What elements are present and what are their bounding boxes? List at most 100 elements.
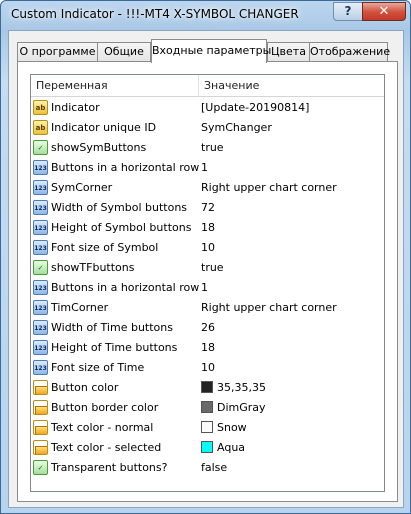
parameter-value[interactable]: 72 <box>201 198 384 218</box>
integer-123-icon: 123 <box>33 200 48 215</box>
parameter-value[interactable]: Right upper chart corner <box>201 298 384 318</box>
parameter-name: Font size of Symbol <box>51 241 159 254</box>
parameter-value[interactable]: Aqua <box>201 438 384 458</box>
parameter-value-text: 18 <box>201 221 215 234</box>
parameter-name: Width of Symbol buttons <box>51 201 188 214</box>
parameter-row[interactable]: 123 Font size of Symbol 10 <box>31 238 384 258</box>
string-ab-icon: ab <box>33 120 48 135</box>
parameter-name: Width of Time buttons <box>51 321 173 334</box>
parameter-value[interactable]: DimGray <box>201 398 384 418</box>
parameter-value[interactable]: false <box>201 458 384 478</box>
color-swatch <box>201 441 213 453</box>
inputs-tab-panel: Переменная Значение ab Indicator [Update-2… <box>17 61 398 502</box>
parameter-row[interactable]: 123 Width of Time buttons 26 <box>31 318 384 338</box>
window-title: Custom Indicator - !!!-MT4 X-SYMBOL CHAN… <box>11 7 299 21</box>
parameter-value-text: Right upper chart corner <box>201 301 337 314</box>
parameter-value[interactable]: Snow <box>201 418 384 438</box>
color-swatch <box>201 381 213 393</box>
parameter-name: Indicator unique ID <box>51 121 157 134</box>
color-swatch <box>201 421 213 433</box>
parameter-name: Buttons in a horizontal row <box>51 161 200 174</box>
parameter-value[interactable]: 10 <box>201 358 384 378</box>
dialog-client-area: О программе Общие Входные параметры Цвет… <box>8 30 404 508</box>
tab-about[interactable]: О программе <box>17 42 98 62</box>
parameter-value[interactable]: true <box>201 138 384 158</box>
color-swatch <box>201 401 213 413</box>
parameter-value[interactable]: 1 <box>201 158 384 178</box>
parameter-name: Font size of Time <box>51 361 145 374</box>
parameter-value[interactable]: [Update-20190814] <box>201 98 384 118</box>
parameter-value-text: Right upper chart corner <box>201 181 337 194</box>
parameter-row[interactable]: 123 Height of Symbol buttons 18 <box>31 218 384 238</box>
parameter-value-text: 72 <box>201 201 215 214</box>
parameter-value-text: 18 <box>201 341 215 354</box>
column-header-value[interactable]: Значение <box>199 75 384 97</box>
parameter-value-text: Aqua <box>217 441 246 454</box>
column-header-variable[interactable]: Переменная <box>31 75 199 97</box>
parameter-row[interactable]: 123 Width of Symbol buttons 72 <box>31 198 384 218</box>
parameter-value-text: 26 <box>201 321 215 334</box>
parameter-row[interactable]: Button border color DimGray <box>31 398 384 418</box>
parameter-row[interactable]: 123 Buttons in a horizontal row 1 <box>31 158 384 178</box>
tab-inputs[interactable]: Входные параметры <box>151 39 271 63</box>
tab-colors[interactable]: Цвета <box>267 42 310 62</box>
parameter-row[interactable]: Button color 35,35,35 <box>31 378 384 398</box>
parameter-row[interactable]: ✓ Transparent buttons? false <box>31 458 384 478</box>
parameter-value[interactable]: 18 <box>201 338 384 358</box>
parameter-value[interactable]: SymChanger <box>201 118 384 138</box>
parameter-value-text: false <box>201 461 228 474</box>
parameter-value-text: [Update-20190814] <box>201 101 310 114</box>
parameter-value-text: 1 <box>201 161 208 174</box>
color-icon <box>33 420 48 435</box>
parameter-row[interactable]: ✓ showTFbuttons true <box>31 258 384 278</box>
help-button[interactable]: ? <box>333 2 363 21</box>
parameter-row[interactable]: 123 SymCorner Right upper chart corner <box>31 178 384 198</box>
parameter-row[interactable]: ab Indicator unique ID SymChanger <box>31 118 384 138</box>
parameter-name: Transparent buttons? <box>51 461 168 474</box>
parameter-row[interactable]: Text color - selected Aqua <box>31 438 384 458</box>
parameter-name: Height of Symbol buttons <box>51 221 192 234</box>
color-icon <box>33 400 48 415</box>
tab-visualization[interactable]: Отображение <box>309 42 390 62</box>
parameter-value-text: 10 <box>201 241 215 254</box>
parameter-value[interactable]: 35,35,35 <box>201 378 384 398</box>
parameter-value[interactable]: true <box>201 258 384 278</box>
parameter-value-text: 1 <box>201 281 208 294</box>
integer-123-icon: 123 <box>33 240 48 255</box>
integer-123-icon: 123 <box>33 340 48 355</box>
parameter-row[interactable]: ab Indicator [Update-20190814] <box>31 98 384 118</box>
parameter-row[interactable]: 123 Font size of Time 10 <box>31 358 384 378</box>
dialog-window: Custom Indicator - !!!-MT4 X-SYMBOL CHAN… <box>0 0 411 514</box>
boolean-icon: ✓ <box>33 140 48 155</box>
parameter-row[interactable]: Text color - normal Snow <box>31 418 384 438</box>
parameter-name: showTFbuttons <box>51 261 135 274</box>
parameter-row[interactable]: ✓ showSymButtons true <box>31 138 384 158</box>
integer-123-icon: 123 <box>33 180 48 195</box>
boolean-icon: ✓ <box>33 460 48 475</box>
parameter-value[interactable]: 1 <box>201 278 384 298</box>
parameter-value[interactable]: Right upper chart corner <box>201 178 384 198</box>
close-button[interactable]: ✕ <box>362 2 406 21</box>
parameter-row[interactable]: 123 TimCorner Right upper chart corner <box>31 298 384 318</box>
parameter-value-text: SymChanger <box>201 121 272 134</box>
parameter-value[interactable]: 10 <box>201 238 384 258</box>
tab-common[interactable]: Общие <box>97 42 151 62</box>
parameter-name: Indicator <box>51 101 100 114</box>
parameter-value-text: true <box>201 141 224 154</box>
parameter-row[interactable]: 123 Buttons in a horizontal row 1 <box>31 278 384 298</box>
color-icon <box>33 440 48 455</box>
boolean-icon: ✓ <box>33 260 48 275</box>
parameter-value[interactable]: 26 <box>201 318 384 338</box>
integer-123-icon: 123 <box>33 320 48 335</box>
title-bar[interactable]: Custom Indicator - !!!-MT4 X-SYMBOL CHAN… <box>1 1 410 29</box>
parameter-name: Button border color <box>51 401 159 414</box>
parameter-name: TimCorner <box>51 301 109 314</box>
integer-123-icon: 123 <box>33 360 48 375</box>
integer-123-icon: 123 <box>33 280 48 295</box>
parameter-value[interactable]: 18 <box>201 218 384 238</box>
parameter-value-text: Snow <box>217 421 247 434</box>
string-ab-icon: ab <box>33 100 48 115</box>
parameters-grid: Переменная Значение ab Indicator [Update-2… <box>30 74 385 492</box>
parameter-row[interactable]: 123 Height of Time buttons 18 <box>31 338 384 358</box>
integer-123-icon: 123 <box>33 220 48 235</box>
